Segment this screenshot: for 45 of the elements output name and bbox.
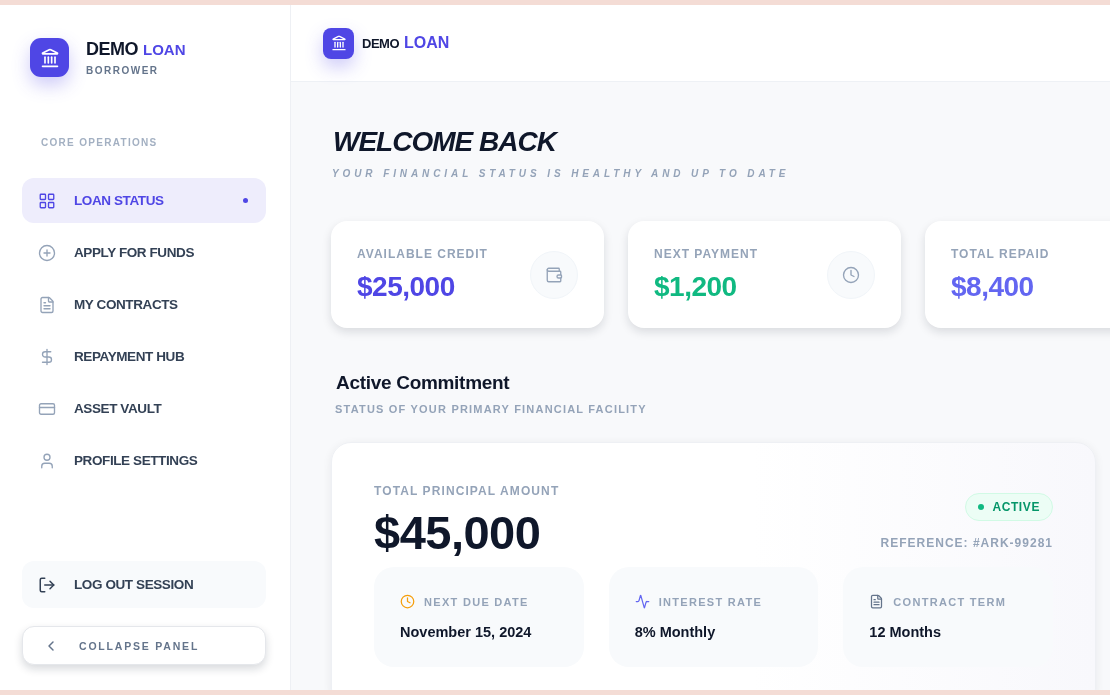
bank-logo-icon — [323, 27, 354, 59]
sidebar-item[interactable]: MY CONTRACTS — [22, 282, 266, 327]
sidebar-item[interactable]: ASSET VAULT — [22, 386, 266, 431]
section-label: CORE OPERATIONS — [41, 136, 158, 150]
brand-name: DEMO LOAN — [362, 32, 450, 53]
detail-label: CONTRACT TERM — [893, 594, 1007, 609]
user-icon — [38, 451, 56, 470]
section-subtitle: STATUS OF YOUR PRIMARY FINANCIAL FACILITY — [335, 402, 647, 416]
stat-value: $1,200 — [654, 271, 737, 303]
collapse-button[interactable]: COLLAPSE PANEL — [22, 626, 266, 665]
detail-label: NEXT DUE DATE — [424, 594, 529, 609]
document-icon — [869, 594, 885, 609]
grid-icon — [38, 191, 56, 210]
principal-label: TOTAL PRINCIPAL AMOUNT — [374, 483, 560, 499]
sidebar-item[interactable]: PROFILE SETTINGS — [22, 438, 266, 483]
active-dot-icon — [243, 198, 248, 203]
brand-name: DEMO LOAN — [86, 39, 186, 60]
logout-button[interactable]: LOG OUT SESSION — [22, 561, 266, 608]
sidebar-item[interactable]: APPLY FOR FUNDS — [22, 230, 266, 275]
section-title: Active Commitment — [336, 372, 510, 394]
stat-value: $25,000 — [357, 271, 455, 303]
logout-icon — [38, 575, 56, 594]
status-dot-icon — [978, 504, 985, 510]
welcome-subtitle: YOUR FINANCIAL STATUS IS HEALTHY AND UP TO DATE — [332, 168, 790, 180]
document-icon — [38, 295, 56, 314]
plus-circle-icon — [38, 243, 56, 262]
reference-text: REFERENCE: #ARK-99281 — [880, 535, 1053, 551]
clock-icon — [400, 594, 415, 609]
clock-icon — [827, 250, 875, 299]
detail-value: November 15, 2024 — [400, 623, 532, 641]
user-role: BORROWER — [86, 65, 159, 76]
sidebar-item[interactable]: LOAN STATUS — [22, 178, 266, 223]
bank-logo-icon — [30, 38, 69, 77]
stat-label: TOTAL REPAID — [951, 246, 1050, 262]
pulse-icon — [634, 594, 650, 609]
status-badge: ACTIVE — [965, 493, 1053, 521]
stat-label: NEXT PAYMENT — [654, 246, 758, 262]
principal-amount: $45,000 — [374, 508, 541, 558]
stat-label: AVAILABLE CREDIT — [357, 246, 488, 262]
stat-value: $8,400 — [951, 271, 1034, 303]
detail-value: 12 Months — [869, 623, 942, 641]
detail-value: 8% Monthly — [634, 623, 716, 641]
detail-label: INTEREST RATE — [658, 594, 763, 609]
wallet-icon — [530, 250, 578, 299]
sidebar-item[interactable]: REPAYMENT HUB — [22, 334, 266, 379]
